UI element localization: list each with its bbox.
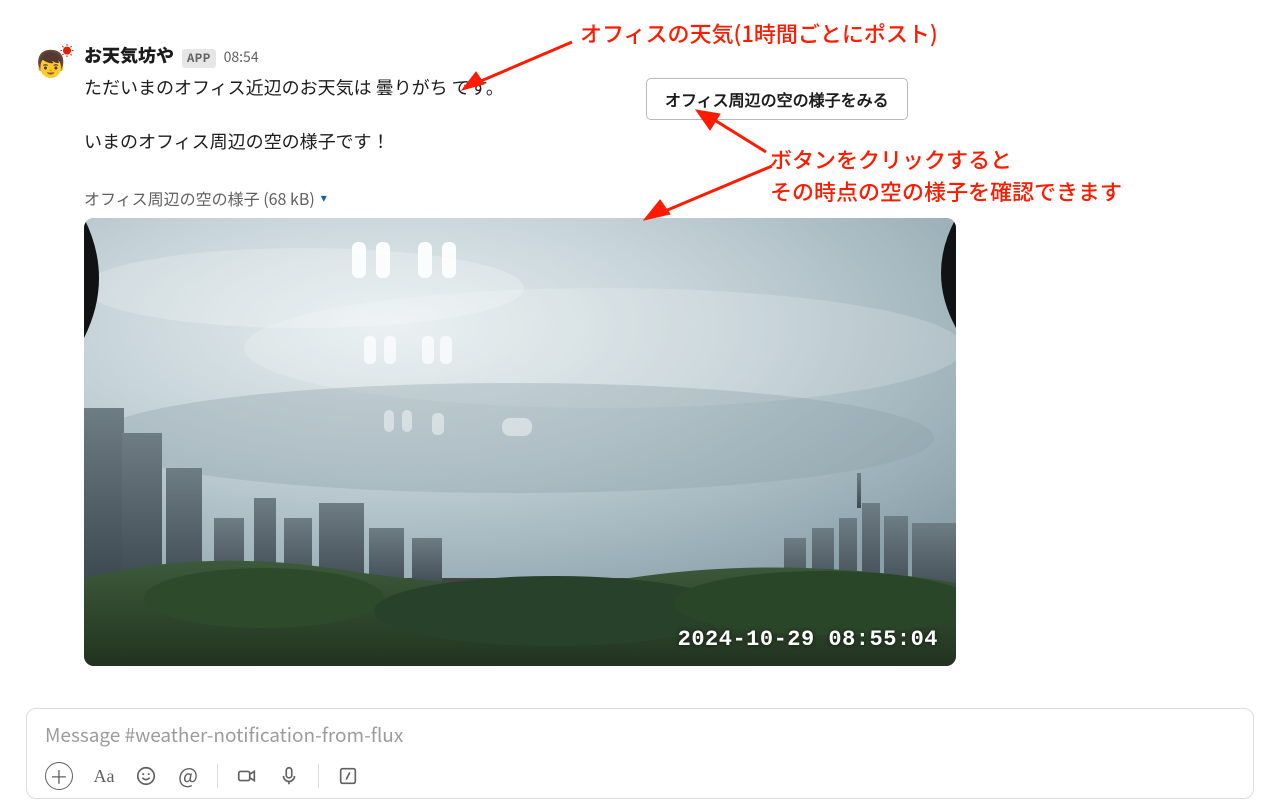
- message-timestamp[interactable]: 08:54: [224, 47, 259, 67]
- composer-toolbar: ＋ Aa @: [45, 762, 1235, 790]
- message-line-2: いまのオフィス周辺の空の様子です！: [84, 128, 1260, 156]
- attachment-header[interactable]: オフィス周辺の空の様子 (68 kB) ▾: [84, 186, 327, 210]
- formatting-icon[interactable]: Aa: [93, 765, 115, 787]
- slack-message: 👦 ☀ お天気坊や APP 08:54 ただいまのオフィス近辺のお天気は 曇りが…: [30, 42, 1260, 666]
- image-overlay-timestamp: 2024-10-29 08:55:04: [678, 627, 938, 652]
- toolbar-separator: [318, 764, 319, 788]
- shortcuts-icon[interactable]: [337, 765, 359, 787]
- microphone-icon[interactable]: [278, 765, 300, 787]
- toolbar-separator: [217, 764, 218, 788]
- attach-plus-icon[interactable]: ＋: [45, 762, 73, 790]
- chevron-down-icon: ▾: [321, 189, 327, 206]
- attachment-title: オフィス周辺の空の様子 (68 kB): [84, 186, 315, 210]
- view-sky-button[interactable]: オフィス周辺の空の様子をみる: [646, 78, 908, 120]
- message-composer[interactable]: Message #weather-notification-from-flux …: [26, 708, 1254, 799]
- app-badge: APP: [182, 49, 216, 68]
- message-header: お天気坊や APP 08:54: [84, 42, 1260, 68]
- sky-image-attachment[interactable]: 2024-10-29 08:55:04: [84, 218, 956, 666]
- sender-name[interactable]: お天気坊や: [84, 42, 174, 68]
- bot-avatar: 👦 ☀: [30, 42, 72, 84]
- emoji-icon[interactable]: [135, 765, 157, 787]
- mention-icon[interactable]: @: [177, 765, 199, 787]
- composer-placeholder[interactable]: Message #weather-notification-from-flux: [45, 721, 1235, 748]
- sun-icon: ☀: [60, 44, 74, 58]
- video-icon[interactable]: [236, 765, 258, 787]
